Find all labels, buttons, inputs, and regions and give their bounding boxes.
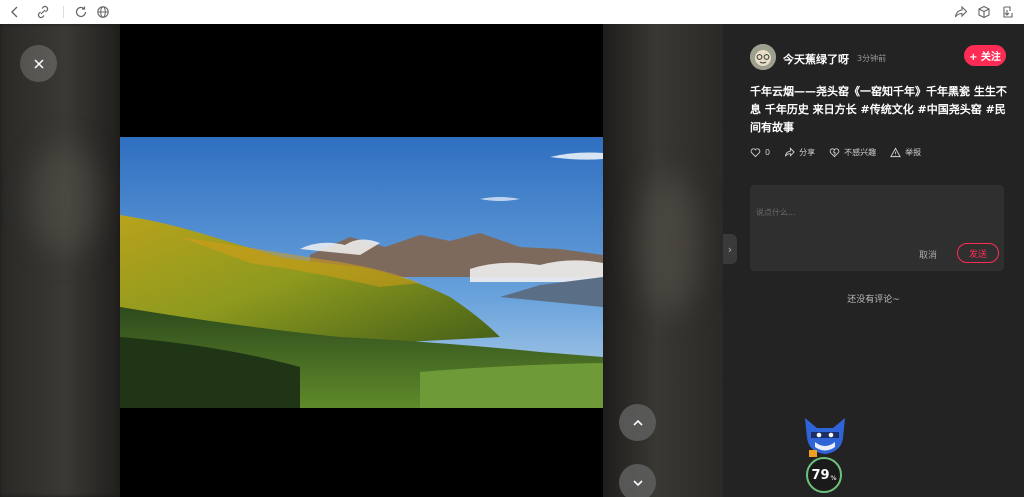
post-time: 3分钟前: [857, 54, 887, 63]
video-viewer: [0, 24, 723, 497]
comment-input[interactable]: [756, 192, 996, 232]
share-icon[interactable]: [952, 3, 970, 21]
back-icon[interactable]: [6, 3, 24, 21]
share-button[interactable]: 分享: [784, 146, 816, 158]
author-row: 今天蕉绿了呀 3分钟前 + 关注: [750, 44, 1006, 72]
next-video-button[interactable]: [619, 464, 656, 497]
send-button[interactable]: 发送: [957, 243, 999, 263]
video-player[interactable]: [120, 24, 603, 497]
score-unit: %: [830, 474, 837, 482]
like-count: 0: [765, 147, 771, 157]
heart-icon: [750, 147, 761, 157]
link-icon[interactable]: [34, 3, 52, 21]
post-description: 千年云烟——尧头窑《一窑知千年》千年黑瓷 生生不息 千年历史 来日方长 #传统文…: [750, 85, 1007, 134]
score-badge[interactable]: 79%: [806, 457, 842, 493]
follow-button[interactable]: + 关注: [964, 45, 1006, 66]
chevron-down-icon: [632, 479, 643, 486]
toolbar-divider: [63, 6, 64, 18]
chevron-up-icon: [632, 419, 643, 426]
blurred-shape: [30, 144, 100, 254]
share-arrow-icon: [785, 146, 795, 157]
close-button[interactable]: [20, 45, 57, 82]
like-button[interactable]: 0: [750, 147, 770, 158]
blurred-shape: [640, 174, 700, 314]
warning-icon: [890, 146, 901, 157]
cube-icon[interactable]: [975, 3, 993, 21]
not-interested-button[interactable]: 不感兴趣: [829, 147, 876, 158]
collapse-panel-tab[interactable]: ›: [723, 234, 737, 264]
video-frame-landscape: [120, 137, 603, 408]
empty-comments-text: 还没有评论~: [847, 295, 900, 305]
post-actions: 0 分享 不感兴趣 举报: [750, 145, 935, 159]
score-value: 79: [811, 467, 830, 483]
cat-mascot-icon: [805, 418, 845, 457]
report-label: 举报: [905, 147, 922, 157]
not-interested-label: 不感兴趣: [844, 147, 877, 157]
author-name[interactable]: 今天蕉绿了呀: [783, 51, 849, 67]
comment-box: 取消 发送: [750, 185, 1004, 271]
post-detail-panel: 今天蕉绿了呀 3分钟前 + 关注 千年云烟——尧头窑《一窑知千年》千年黑瓷 生生…: [723, 24, 1024, 497]
avatar[interactable]: [750, 44, 776, 70]
browser-toolbar: [0, 0, 1024, 24]
share-label: 分享: [799, 147, 816, 157]
blurred-background-left: [0, 24, 120, 497]
cancel-button[interactable]: 取消: [919, 248, 937, 261]
previous-video-button[interactable]: [619, 404, 656, 441]
download-icon[interactable]: [998, 3, 1016, 21]
globe-icon[interactable]: [94, 3, 112, 21]
broken-heart-icon: [829, 147, 840, 157]
refresh-icon[interactable]: [72, 3, 90, 21]
chevron-right-icon: ›: [727, 242, 733, 256]
report-button[interactable]: 举报: [890, 146, 922, 158]
close-icon: [33, 58, 44, 69]
